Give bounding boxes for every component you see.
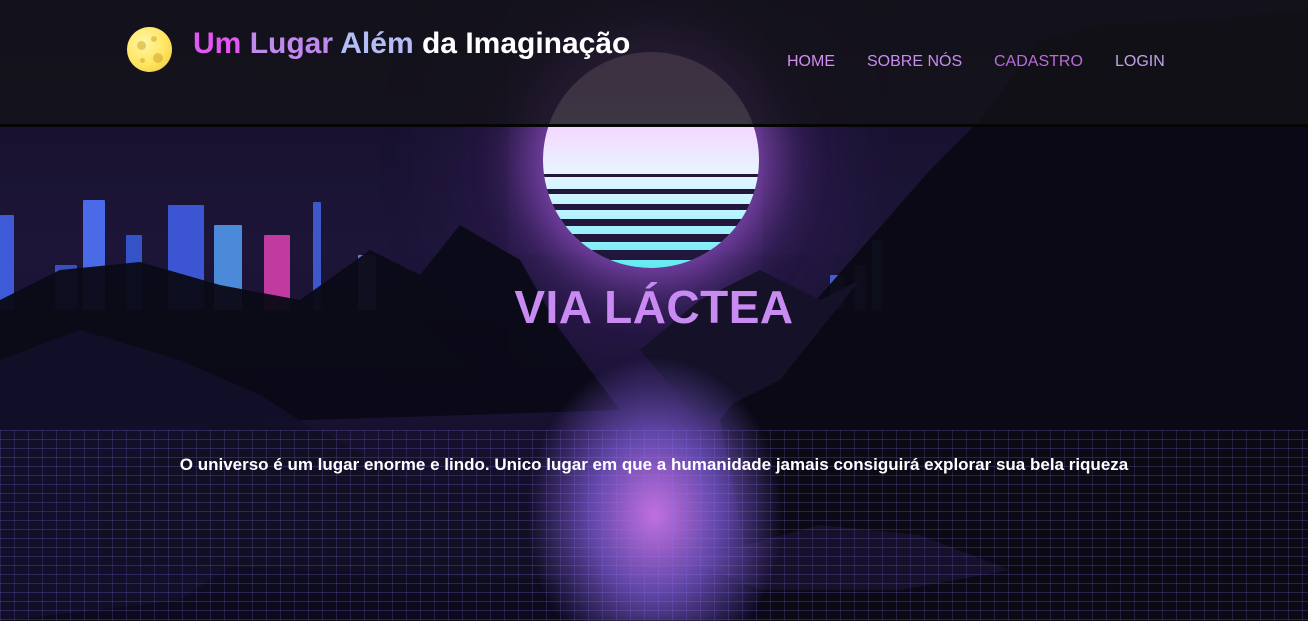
site-title-word-4: da Imaginação [421, 27, 631, 60]
site-title[interactable]: Um Lugar Além da Imaginação [193, 27, 630, 61]
site-title-word-3: Além [340, 27, 414, 60]
site-title-word-1: Um [193, 27, 242, 60]
site-title-word-2: Lugar [249, 27, 334, 60]
hero-title: VIA LÁCTEA [514, 281, 794, 333]
nav-home-link[interactable]: HOME [787, 53, 835, 71]
nav-cadastro-link[interactable]: CADASTRO [994, 53, 1083, 71]
nav-login-link[interactable]: LOGIN [1115, 53, 1165, 71]
moon-icon[interactable] [127, 27, 172, 72]
site-header: Um Lugar Além da Imaginação HOME SOBRE N… [0, 0, 1308, 127]
hero-tagline: O universo é um lugar enorme e lindo. Un… [179, 455, 1129, 474]
nav-sobre-nos-link[interactable]: SOBRE NÓS [867, 53, 962, 71]
